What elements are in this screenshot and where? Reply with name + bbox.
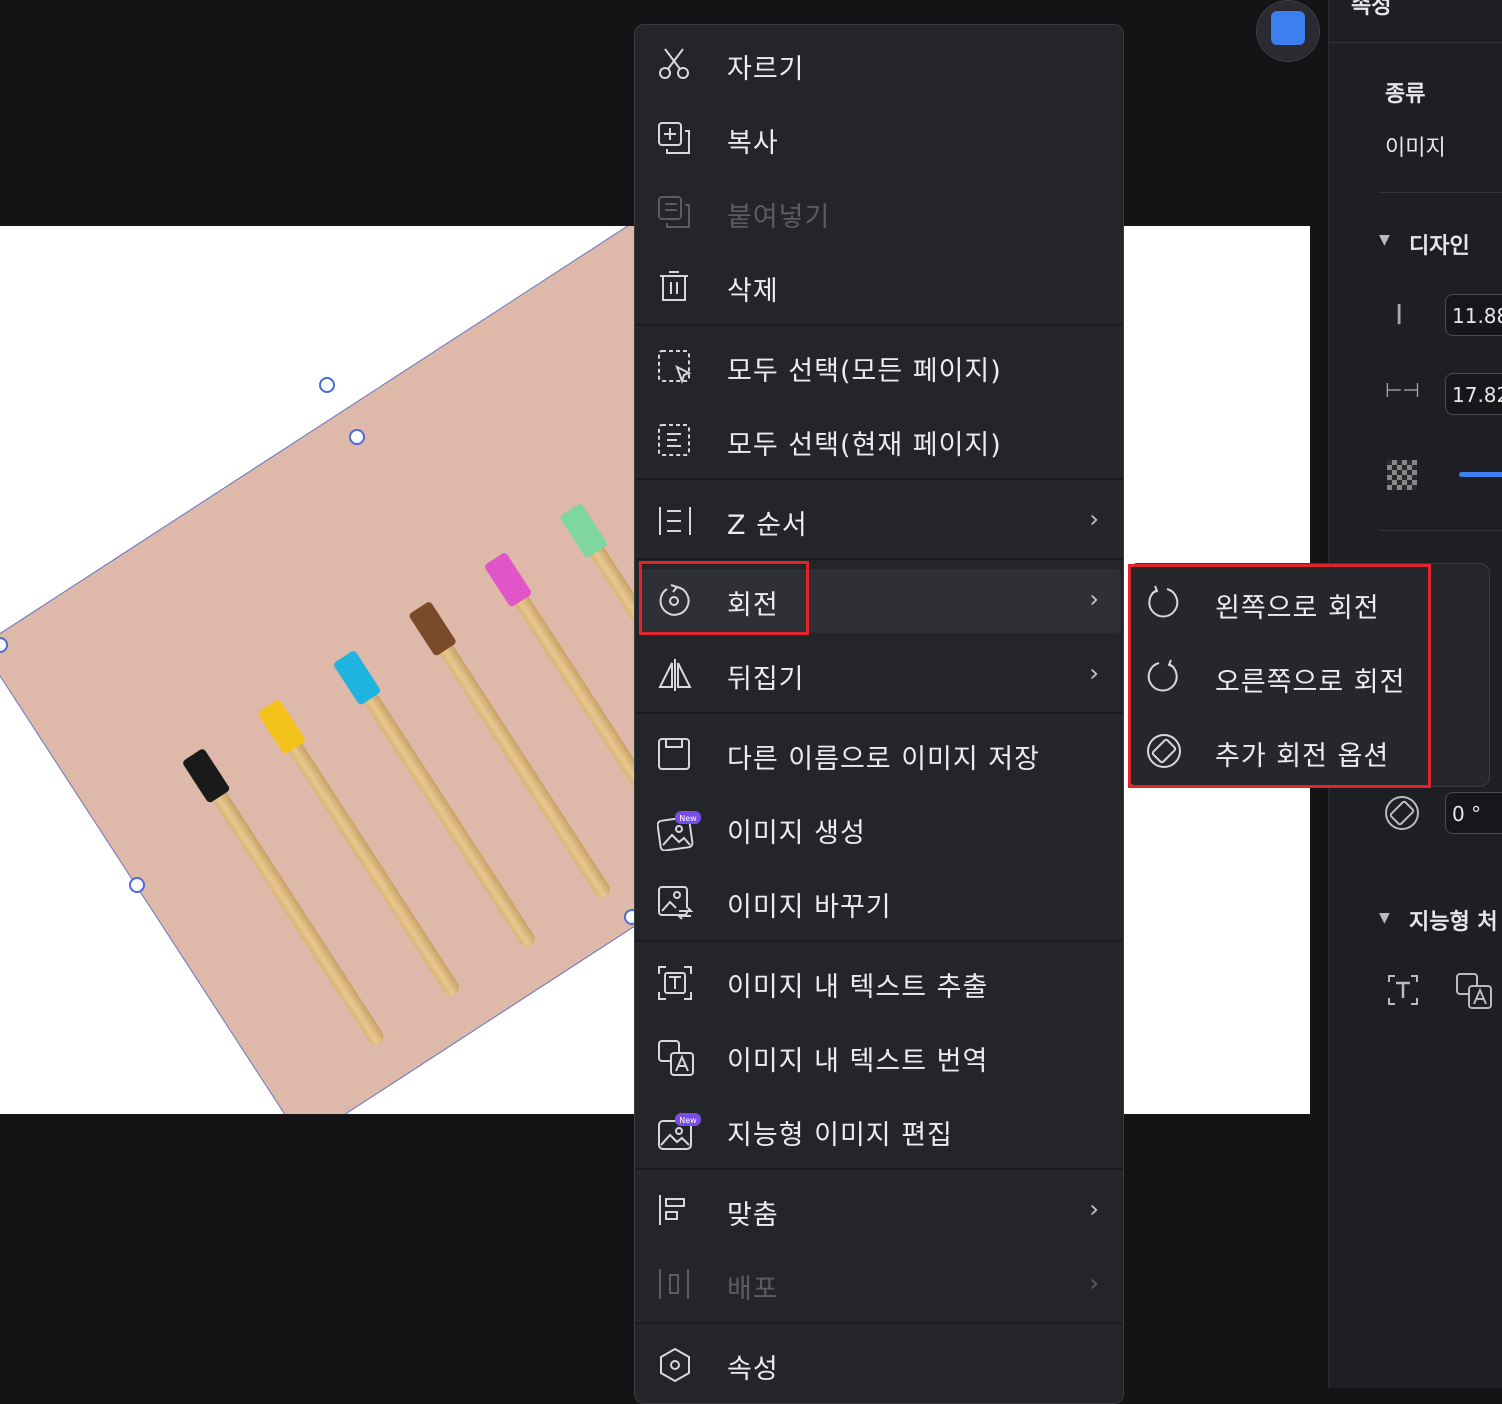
highlight-box (639, 561, 809, 635)
generate-image-icon: New (657, 811, 701, 851)
height-input[interactable]: 11.88 (1445, 294, 1502, 336)
select-all-pages-icon (657, 349, 692, 385)
smart-edit-icon: New (657, 1113, 701, 1150)
save-icon (657, 737, 691, 771)
menu-item-generate-image[interactable]: New 이미지 생성 (639, 797, 1121, 861)
align-icon (657, 1193, 691, 1227)
menu-item-replace-image[interactable]: 이미지 바꾸기 (639, 871, 1121, 935)
extract-text-icon[interactable] (1385, 972, 1421, 1008)
width-icon: ⊢⊣ (1385, 378, 1420, 402)
menu-item-delete[interactable]: 삭제 (639, 255, 1121, 319)
resize-handle-top[interactable] (349, 429, 365, 445)
transparency-slider[interactable] (1459, 472, 1502, 477)
menu-item-extract-text[interactable]: 이미지 내 텍스트 추출 (639, 951, 1121, 1015)
replace-image-icon (657, 885, 693, 920)
frame-icon (1271, 11, 1305, 45)
height-icon: I (1395, 298, 1404, 331)
toothbrush (332, 649, 538, 950)
toothbrush (181, 747, 387, 1048)
menu-item-z-order[interactable]: Z 순서 › (639, 489, 1121, 553)
rotation-icon (1383, 794, 1421, 832)
collapse-arrow-icon[interactable]: ▼ (1379, 232, 1390, 248)
flip-icon (657, 657, 692, 691)
context-menu: 자르기 복사 붙여넣기 삭제 모두 선택(모든 페이지) 모두 선택(현재 페이… (634, 24, 1124, 1404)
menu-item-translate-text[interactable]: 이미지 내 텍스트 번역 (639, 1025, 1121, 1089)
frame-select-button[interactable] (1256, 0, 1320, 62)
panel-title: 속성 (1351, 0, 1392, 19)
new-badge: New (679, 1116, 697, 1125)
menu-item-save-image-as[interactable]: 다른 이름으로 이미지 저장 (639, 723, 1121, 787)
distribute-icon (657, 1267, 691, 1301)
chevron-right-icon: › (1089, 585, 1099, 613)
menu-item-copy[interactable]: 복사 (639, 107, 1121, 171)
menu-item-flip[interactable]: 뒤집기 › (639, 643, 1121, 707)
smart-section-label[interactable]: 지능형 처 (1409, 904, 1498, 936)
menu-item-select-current-page[interactable]: 모두 선택(현재 페이지) (639, 409, 1121, 473)
translate-text-icon (657, 1039, 694, 1076)
toothbrush (408, 600, 614, 901)
copy-icon (657, 121, 691, 155)
menu-item-distribute[interactable]: 배포 › (639, 1253, 1121, 1317)
chevron-right-icon: › (1089, 1195, 1099, 1223)
type-label: 종류 (1385, 82, 1426, 107)
chevron-right-icon: › (1089, 505, 1099, 533)
design-label[interactable]: 디자인 (1409, 228, 1470, 260)
trash-icon (657, 269, 691, 303)
z-order-icon (657, 503, 691, 537)
menu-item-properties[interactable]: 속성 (639, 1333, 1121, 1397)
menu-item-align[interactable]: 맞춤 › (639, 1179, 1121, 1243)
scissors-icon (657, 47, 691, 81)
type-value: 이미지 (1385, 136, 1446, 161)
rotation-input[interactable]: 0 ° (1445, 792, 1502, 834)
highlight-box (1128, 564, 1431, 788)
collapse-arrow-icon[interactable]: ▼ (1379, 910, 1390, 926)
menu-item-smart-image-edit[interactable]: New 지능형 이미지 편집 (639, 1099, 1121, 1163)
paste-icon (657, 195, 691, 229)
rotation-handle[interactable] (319, 377, 335, 393)
extract-text-icon (657, 965, 692, 1000)
toothbrush (257, 698, 463, 999)
transparency-icon (1387, 460, 1417, 490)
chevron-right-icon: › (1089, 659, 1099, 687)
properties-icon (657, 1347, 691, 1383)
menu-item-paste[interactable]: 붙여넣기 (639, 181, 1121, 245)
menu-item-cut[interactable]: 자르기 (639, 33, 1121, 97)
width-input[interactable]: 17.82 (1445, 373, 1502, 415)
resize-handle-bottom-left[interactable] (129, 877, 145, 893)
chevron-right-icon: › (1089, 1269, 1099, 1297)
translate-text-icon[interactable] (1455, 972, 1495, 1012)
select-current-page-icon (657, 423, 691, 457)
new-badge: New (679, 814, 697, 823)
menu-item-select-all-pages[interactable]: 모두 선택(모든 페이지) (639, 335, 1121, 399)
